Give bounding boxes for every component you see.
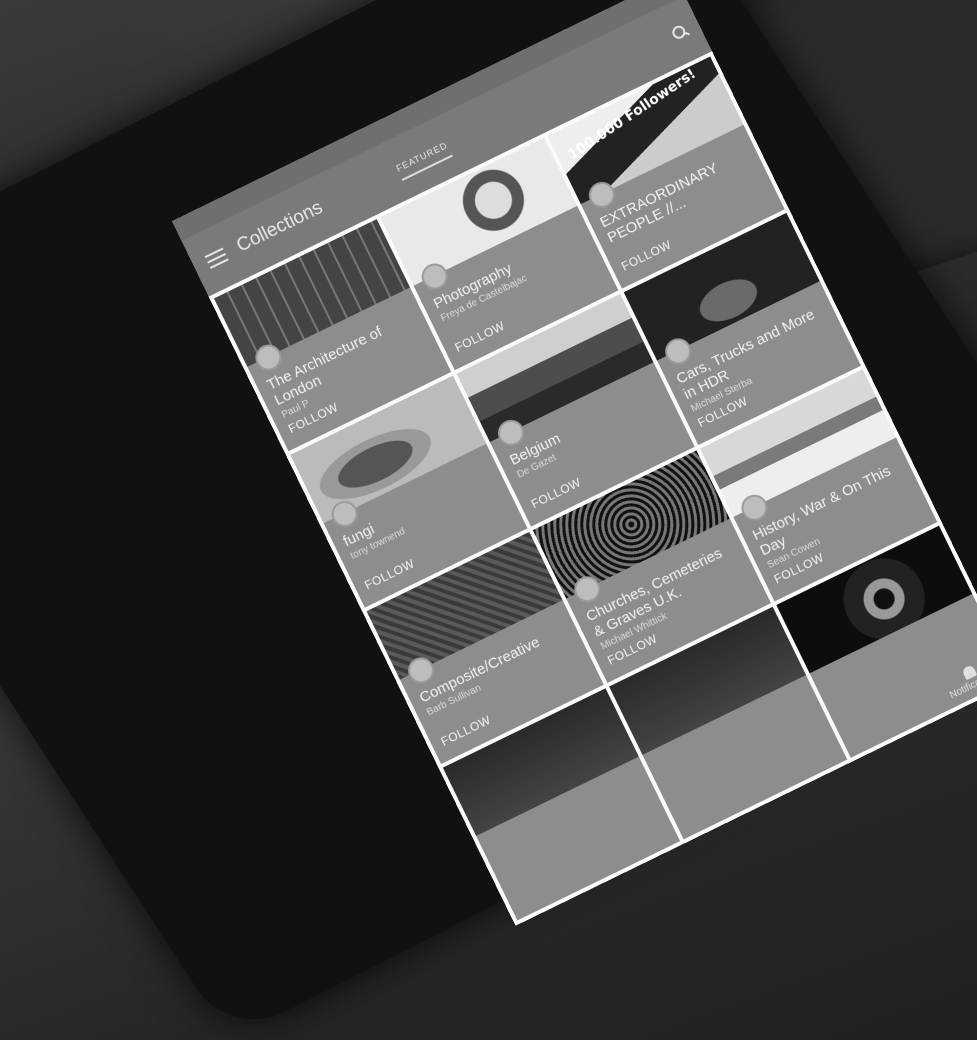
search-icon[interactable] — [670, 23, 689, 42]
hamburger-icon[interactable] — [204, 247, 229, 269]
tab-featured[interactable]: FEATURED — [391, 134, 453, 181]
notifications-tab[interactable]: Notifications — [942, 655, 977, 701]
screen-wrap: Collections FEATURED The Architecture of… — [0, 0, 977, 926]
